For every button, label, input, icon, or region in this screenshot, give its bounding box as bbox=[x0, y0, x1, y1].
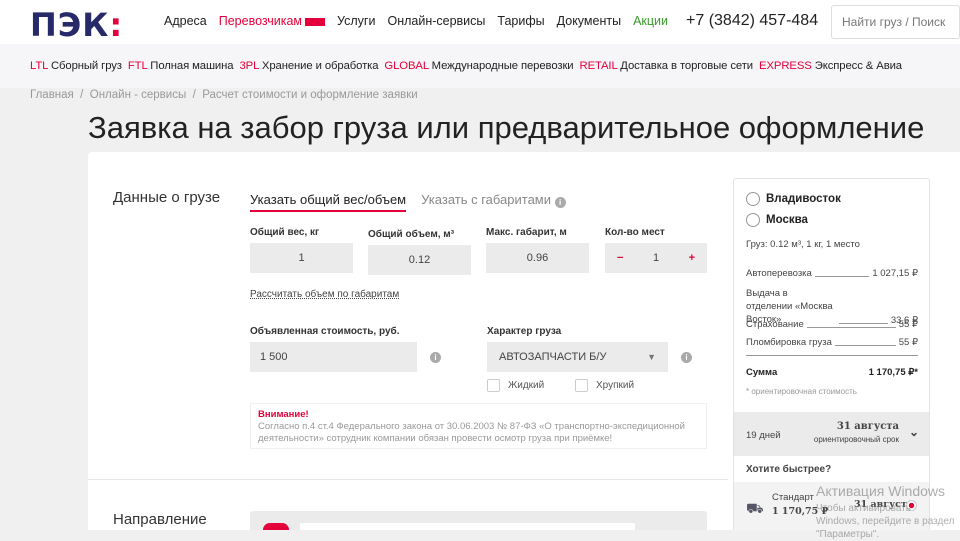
plus-button[interactable]: + bbox=[689, 252, 695, 264]
header: ПЭК: Адреса Перевозчикам Услуги Онлайн-с… bbox=[0, 0, 960, 44]
declared-value-input[interactable]: 1 500 bbox=[250, 342, 417, 372]
chevron-down-icon[interactable]: ⌄ bbox=[909, 425, 919, 439]
term-note: ориентировочный срок bbox=[813, 435, 899, 444]
truck-icon bbox=[305, 17, 326, 26]
declared-value-label: Объявленная стоимость, руб. bbox=[250, 326, 400, 337]
radio-from[interactable]: Владивосток bbox=[746, 192, 841, 206]
info-icon[interactable]: i bbox=[681, 352, 692, 363]
max-size-label: Макс. габарит, м bbox=[486, 227, 567, 238]
page-title: Заявка на забор груза или предварительно… bbox=[88, 110, 925, 145]
weight-input[interactable]: 1 bbox=[250, 243, 353, 273]
cargo-summary: Груз: 0.12 м³, 1 кг, 1 место bbox=[746, 239, 860, 250]
summary-panel: Владивосток Москва Груз: 0.12 м³, 1 кг, … bbox=[733, 178, 930, 531]
watermark-text: Чтобы активировать Windows, перейдите в … bbox=[816, 503, 955, 540]
radio-to[interactable]: Москва bbox=[746, 213, 808, 227]
service-retail[interactable]: RETAIL Доставка в торговые сети bbox=[580, 60, 754, 72]
direction-section-title: Направление bbox=[113, 511, 207, 528]
weight-label: Общий вес, кг bbox=[250, 227, 320, 238]
delivery-term[interactable]: 19 дней 31 августа ориентировочный срок … bbox=[734, 412, 929, 456]
calc-volume-link[interactable]: Рассчитать объем по габаритам bbox=[250, 289, 399, 300]
cargo-tabs: Указать общий вес/объем Указать с габари… bbox=[250, 192, 566, 212]
tab-dimensions[interactable]: Указать с габаритами i bbox=[421, 192, 566, 212]
max-size-input[interactable]: 0.96 bbox=[486, 243, 589, 273]
cost-row: Автоперевозка 1 027,15 ₽ bbox=[746, 268, 918, 279]
cost-row: Страхование 55 ₽ bbox=[746, 319, 918, 330]
warning-box: Внимание! Согласно п.4 ст.4 Федерального … bbox=[250, 403, 707, 449]
main-nav: Адреса Перевозчикам Услуги Онлайн-сервис… bbox=[164, 14, 668, 28]
phone[interactable]: +7 (3842) 457-484 bbox=[686, 12, 818, 30]
location-marker-icon bbox=[263, 523, 289, 530]
faster-title: Хотите быстрее? bbox=[746, 464, 832, 475]
service-global[interactable]: GLOBAL Международные перевозки bbox=[384, 60, 573, 72]
cargo-section-title: Данные о грузе bbox=[113, 189, 221, 206]
fragile-checkbox[interactable]: Хрупкий bbox=[575, 379, 634, 392]
cargo-type-value: АВТОЗАПЧАСТИ Б/У bbox=[499, 351, 607, 363]
breadcrumb[interactable]: Главная / Онлайн - сервисы / Расчет стои… bbox=[30, 89, 418, 101]
nav-services[interactable]: Услуги bbox=[337, 14, 375, 28]
places-label: Кол-во мест bbox=[605, 227, 665, 238]
nav-promo[interactable]: Акции bbox=[633, 14, 668, 28]
nav-carriers-label: Перевозчикам bbox=[218, 14, 303, 28]
warning-title: Внимание! bbox=[258, 409, 309, 420]
nav-addresses[interactable]: Адреса bbox=[164, 14, 207, 28]
total-row: Сумма 1 170,75 ₽* bbox=[746, 367, 918, 378]
direction-field bbox=[250, 511, 707, 530]
service-ftl[interactable]: FTL Полная машина bbox=[128, 60, 234, 72]
search-input[interactable]: Найти груз / Поиск bbox=[831, 5, 960, 39]
service-3pl[interactable]: 3PL Хранение и обработка bbox=[239, 60, 378, 72]
tariff-label: Стандарт bbox=[772, 492, 814, 503]
nav-online[interactable]: Онлайн-сервисы bbox=[387, 14, 485, 28]
places-stepper[interactable]: − 1 + bbox=[605, 243, 707, 273]
liquid-checkbox[interactable]: Жидкий bbox=[487, 379, 544, 392]
nav-documents[interactable]: Документы bbox=[557, 14, 621, 28]
service-ltl[interactable]: LTL Сборный груз bbox=[30, 60, 122, 72]
estimate-note[interactable]: * ориентировочная стоимость bbox=[746, 387, 857, 396]
divider bbox=[88, 479, 728, 480]
service-nav: LTL Сборный груз FTL Полная машина 3PL Х… bbox=[0, 44, 960, 88]
info-icon[interactable]: i bbox=[554, 197, 566, 208]
places-value[interactable]: 1 bbox=[653, 252, 659, 264]
warning-text: Согласно п.4 ст.4 Федерального закона от… bbox=[258, 421, 685, 444]
logo[interactable]: ПЭК: bbox=[30, 6, 123, 44]
watermark-title: Активация Windows bbox=[816, 483, 946, 499]
cargo-type-select[interactable]: АВТОЗАПЧАСТИ Б/У ▼ bbox=[487, 342, 668, 372]
minus-button[interactable]: − bbox=[617, 252, 623, 264]
volume-input[interactable]: 0.12 bbox=[368, 245, 471, 275]
nav-tariffs[interactable]: Тарифы bbox=[497, 14, 544, 28]
term-date: 31 августа bbox=[836, 421, 899, 432]
nav-carriers[interactable]: Перевозчикам bbox=[218, 14, 326, 28]
volume-label: Общий объем, м³ bbox=[368, 229, 455, 240]
info-icon[interactable]: i bbox=[430, 352, 441, 363]
cost-row: Пломбировка груза 55 ₽ bbox=[746, 337, 918, 348]
cargo-type-label: Характер груза bbox=[487, 326, 562, 337]
service-express[interactable]: EXPRESS Экспресс & Авиа bbox=[759, 60, 902, 72]
tab-total-weight[interactable]: Указать общий вес/объем bbox=[250, 192, 407, 212]
caret-down-icon: ▼ bbox=[647, 352, 656, 362]
days: 19 дней bbox=[746, 430, 781, 441]
divider bbox=[746, 355, 918, 356]
truck-icon: ⛟ bbox=[746, 500, 764, 516]
from-city-input[interactable] bbox=[300, 523, 635, 530]
